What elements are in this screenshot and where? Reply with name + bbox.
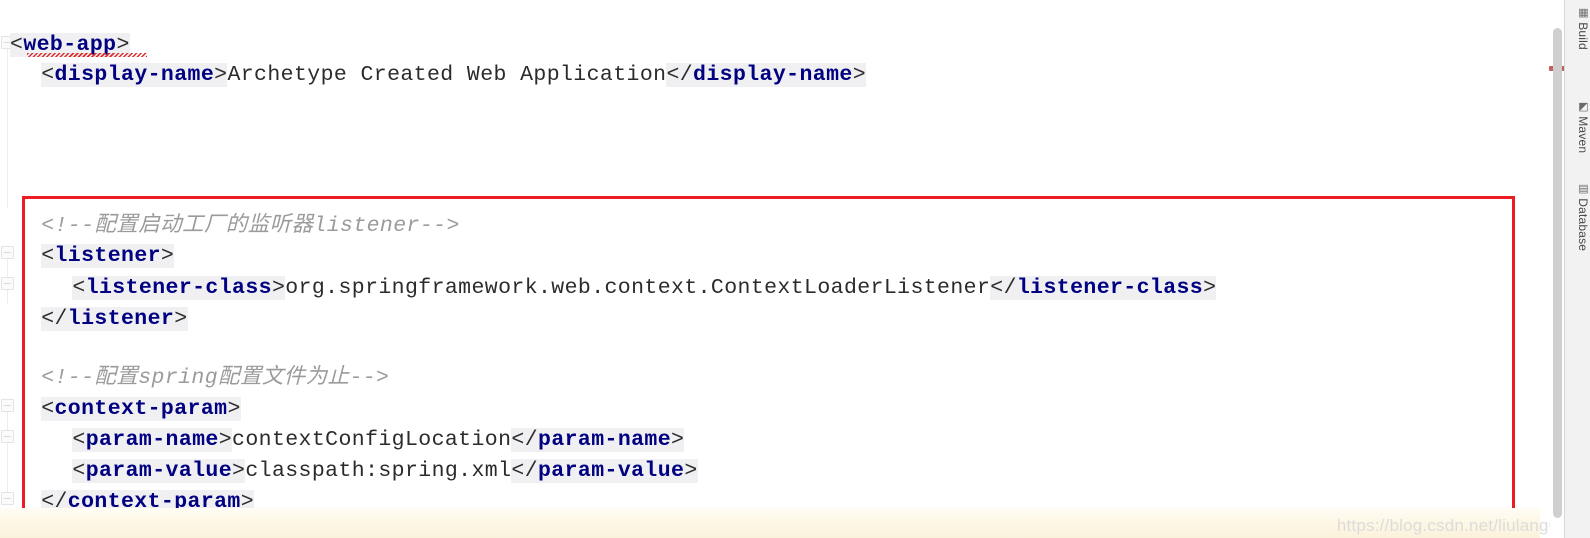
editor-bottom-band xyxy=(0,508,1540,538)
xml-tag-name: param-value xyxy=(85,459,233,483)
xml-tag-name: param-value xyxy=(538,459,685,483)
xml-bracket: > xyxy=(174,307,188,331)
xml-tag-name: listener xyxy=(54,244,161,268)
xml-comment-cjk: 配置文件为止 xyxy=(218,366,350,390)
database-icon: ▤ xyxy=(1577,182,1589,196)
xml-comment: <!-- xyxy=(41,214,95,238)
xml-bracket: </ xyxy=(41,307,68,331)
xml-bracket: < xyxy=(10,33,24,57)
tool-tab-label: Maven xyxy=(1576,116,1590,154)
xml-bracket: > xyxy=(160,244,175,268)
xml-bracket: < xyxy=(41,244,55,268)
xml-bracket: > xyxy=(227,397,241,421)
xml-bracket: > xyxy=(232,459,246,483)
xml-bracket: > xyxy=(271,276,286,300)
xml-bracket: > xyxy=(684,459,698,483)
xml-tag-name: context-param xyxy=(54,397,228,421)
line-param-name[interactable]: <param-name>contextConfigLocation</param… xyxy=(72,425,685,455)
blog-watermark: https://blog.csdn.net/liulang68 xyxy=(1336,516,1568,535)
xml-comment-cjk: 配置启动工厂的监听器 xyxy=(94,214,314,238)
vertical-scrollbar-thumb[interactable] xyxy=(1553,28,1562,518)
xml-text-content: classpath:spring.xml xyxy=(245,459,512,483)
xml-text-content: Archetype Created Web Application xyxy=(227,63,667,87)
error-squiggle-underline xyxy=(27,53,147,57)
xml-bracket: < xyxy=(72,428,86,452)
xml-comment: --> xyxy=(349,366,390,390)
tool-tab-label: Build xyxy=(1576,22,1590,50)
line-comment-listener[interactable]: <!--配置启动工厂的监听器listener--> xyxy=(41,211,460,241)
right-tool-window-bar[interactable]: ▦ Build ◩ Maven ▤ Database xyxy=(1564,0,1590,538)
tool-tab-maven[interactable]: ◩ Maven xyxy=(1564,100,1590,153)
xml-bracket: > xyxy=(1203,276,1217,300)
xml-comment: <!-- xyxy=(41,366,95,390)
xml-bracket: </ xyxy=(511,459,538,483)
xml-tag-name: param-name xyxy=(85,428,219,452)
xml-comment: listener--> xyxy=(313,214,460,238)
xml-tag-name: display-name xyxy=(693,63,853,87)
line-listener-class[interactable]: <listener-class>org.springframework.web.… xyxy=(72,273,1217,303)
line-listener-close[interactable]: </listener> xyxy=(41,304,188,334)
xml-bracket: > xyxy=(671,428,685,452)
xml-tag-name: display-name xyxy=(54,63,215,87)
tool-tab-build[interactable]: ▦ Build xyxy=(1564,6,1590,50)
ide-editor-screenshot: <web-app> <display-name>Archetype Created… xyxy=(0,0,1590,538)
tool-tab-database[interactable]: ▤ Database xyxy=(1564,182,1590,251)
xml-bracket: < xyxy=(72,276,86,300)
xml-bracket: > xyxy=(852,63,866,87)
xml-tag-name: listener-class xyxy=(1016,276,1204,300)
xml-bracket: < xyxy=(41,63,55,87)
code-editor-area[interactable]: <web-app> <display-name>Archetype Created… xyxy=(0,0,1540,538)
xml-text-content: contextConfigLocation xyxy=(232,428,512,452)
line-comment-spring[interactable]: <!--配置spring配置文件为止--> xyxy=(41,363,389,393)
xml-bracket: < xyxy=(72,459,86,483)
xml-bracket: </ xyxy=(990,276,1017,300)
xml-comment: spring xyxy=(138,366,219,390)
xml-tag-name: param-name xyxy=(538,428,672,452)
xml-tag-name: listener xyxy=(67,307,175,331)
xml-bracket: </ xyxy=(666,63,694,87)
line-display-name[interactable]: <display-name>Archetype Created Web Appl… xyxy=(41,60,866,90)
xml-text-content: org.springframework.web.context.ContextL… xyxy=(285,276,991,300)
line-listener-open[interactable]: <listener> xyxy=(41,241,175,271)
xml-comment-cjk: 配置 xyxy=(94,366,139,390)
xml-bracket: > xyxy=(214,63,228,87)
xml-bracket: </ xyxy=(511,428,539,452)
hammer-icon: ▦ xyxy=(1577,6,1589,20)
line-param-value[interactable]: <param-value>classpath:spring.xml</param… xyxy=(72,456,698,486)
xml-tag-name: listener-class xyxy=(85,276,272,300)
xml-bracket: > xyxy=(218,428,233,452)
xml-bracket: < xyxy=(41,397,55,421)
maven-icon: ◩ xyxy=(1577,100,1589,114)
line-context-param-open[interactable]: <context-param> xyxy=(41,394,241,424)
tool-tab-label: Database xyxy=(1576,198,1590,252)
